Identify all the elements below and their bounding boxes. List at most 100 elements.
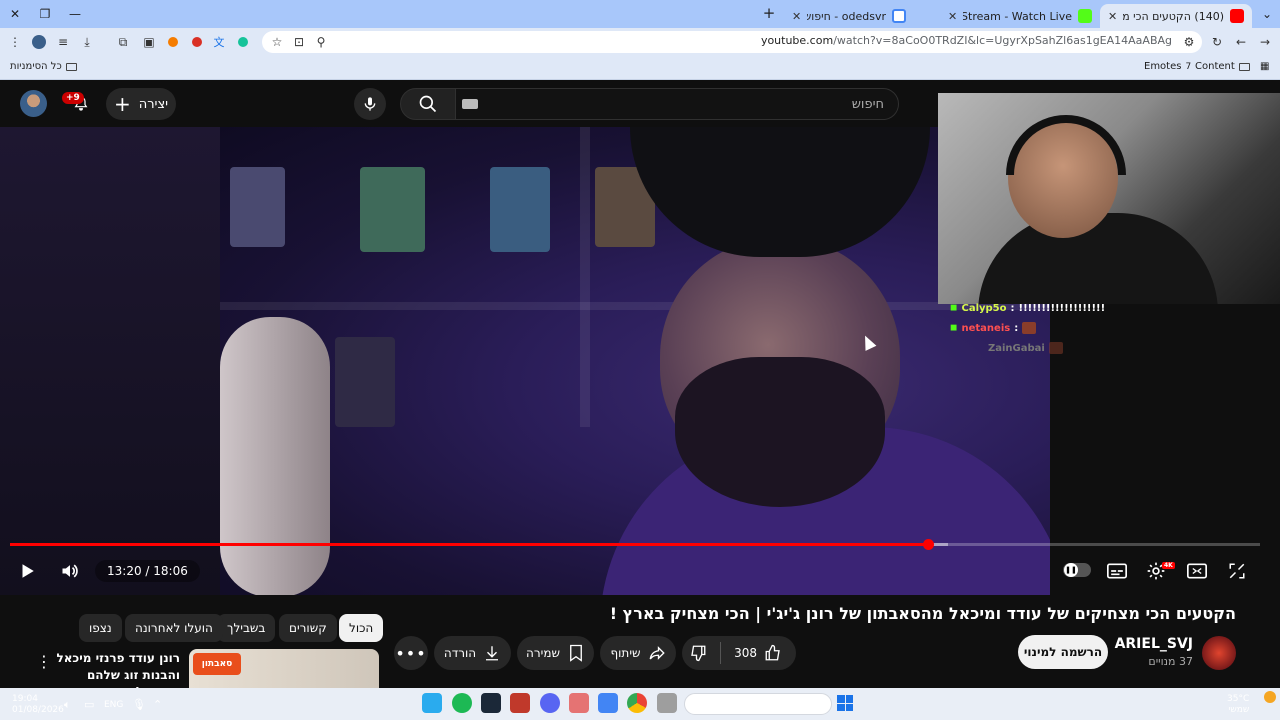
- spotify-app-icon[interactable]: [452, 693, 472, 713]
- bookmark-emotes[interactable]: Emotes 7: [1144, 61, 1191, 72]
- tab-close-icon[interactable]: ✕: [792, 10, 801, 23]
- extension-red-icon[interactable]: [188, 33, 206, 51]
- extensions-icon[interactable]: ⧉: [114, 33, 132, 51]
- filter-chip-recent[interactable]: הועלו לאחרונה: [125, 614, 223, 642]
- microphone-tray-icon[interactable]: 🎙︎: [132, 699, 146, 710]
- tab-close-icon[interactable]: ✕: [948, 10, 957, 23]
- tab-search-icon[interactable]: ⌄: [1252, 0, 1280, 28]
- progress-played: [10, 543, 928, 546]
- webcam-overlay: [938, 93, 1280, 304]
- shelf: [220, 302, 1050, 310]
- progress-scrubber[interactable]: [923, 539, 934, 550]
- taskbar-search[interactable]: חיפוש ⚲: [684, 693, 832, 715]
- tab-close-icon[interactable]: ✕: [1108, 10, 1117, 23]
- chat-line: ◼ Calyp5o : !!!!!!!!!!!!!!!!!!!: [950, 302, 1106, 314]
- subtitles-button[interactable]: [1105, 559, 1129, 583]
- account-avatar[interactable]: [20, 90, 47, 117]
- microphone-icon: [364, 97, 376, 111]
- zoom-icon[interactable]: ⚲: [312, 33, 330, 51]
- media-icon[interactable]: ≡: [54, 33, 72, 51]
- filter-chip-all[interactable]: הכול: [339, 614, 384, 642]
- translate-icon[interactable]: 文: [210, 33, 228, 51]
- window-maximize-icon[interactable]: ❐: [30, 0, 60, 28]
- play-button[interactable]: [15, 559, 39, 583]
- download-button[interactable]: הורדה: [434, 636, 511, 670]
- share-button[interactable]: שיתוף: [600, 636, 676, 670]
- like-button[interactable]: [764, 644, 782, 662]
- bookmark-star-icon[interactable]: ☆: [268, 33, 286, 51]
- clock-time: 19:04: [12, 694, 38, 704]
- install-app-icon[interactable]: ⊡: [290, 33, 308, 51]
- search-input[interactable]: חיפוש: [455, 88, 899, 120]
- clock[interactable]: 19:04 01/08/2026: [12, 694, 64, 716]
- bookmark-content[interactable]: Content: [1195, 61, 1250, 72]
- shelf: [580, 127, 590, 427]
- extension-tab-icon[interactable]: ▣: [140, 33, 158, 51]
- extension-orange-icon[interactable]: [164, 33, 182, 51]
- thumbs-down-icon: [691, 645, 706, 662]
- reload-icon[interactable]: ↻: [1208, 33, 1226, 51]
- autoplay-toggle[interactable]: ❚❚: [1063, 563, 1091, 577]
- create-button[interactable]: יצירה +: [106, 88, 176, 120]
- recommendation-menu-icon[interactable]: ⋮: [36, 652, 52, 671]
- app-icon[interactable]: [510, 693, 530, 713]
- volume-button[interactable]: [58, 559, 82, 583]
- apps-grid-icon[interactable]: ▦: [1260, 61, 1269, 72]
- speaker-icon[interactable]: 🔈︎: [64, 699, 71, 710]
- thumbs-up-icon: [765, 644, 780, 661]
- more-actions-button[interactable]: •••: [394, 636, 428, 670]
- save-button[interactable]: שמירה: [517, 636, 594, 670]
- download-icon[interactable]: ⤓: [78, 33, 96, 51]
- filter-chip-for-you[interactable]: בשבילך: [217, 614, 276, 642]
- steam-app-icon[interactable]: [481, 693, 501, 713]
- browser-tab-google[interactable]: odedsvr - חיפוש ב-Google ✕: [784, 4, 914, 28]
- weather-widget[interactable]: 35°C שמשי: [1227, 694, 1249, 716]
- menu-kebab-icon[interactable]: ⋮: [6, 33, 24, 51]
- window-close-icon[interactable]: ✕: [0, 0, 30, 28]
- folder-icon: [65, 62, 77, 71]
- snipping-tool-icon[interactable]: [569, 693, 589, 713]
- filter-chip-watched[interactable]: נצפו: [79, 614, 122, 642]
- file-explorer-icon[interactable]: [657, 693, 677, 713]
- dislike-button[interactable]: [689, 644, 707, 662]
- language-indicator[interactable]: ENG: [104, 700, 123, 711]
- all-bookmarks-button[interactable]: כל הסימניות: [10, 61, 77, 72]
- recommendation-thumbnail[interactable]: סאבתון: [189, 649, 379, 689]
- forward-icon[interactable]: ←: [1232, 33, 1250, 51]
- share-label: שיתוף: [610, 646, 641, 660]
- profile-icon[interactable]: [30, 33, 48, 51]
- new-tab-button[interactable]: +: [760, 4, 778, 22]
- window-minimize-icon[interactable]: —: [60, 0, 90, 28]
- video-title: הקטעים הכי מצחיקים של עודד ומיכאל מהסאבת…: [609, 604, 1236, 623]
- back-icon[interactable]: →: [1256, 33, 1274, 51]
- windows-start-icon[interactable]: [837, 695, 853, 711]
- network-icon[interactable]: ▭: [84, 699, 94, 710]
- voice-search-button[interactable]: [354, 88, 386, 120]
- video-frame[interactable]: [220, 127, 1050, 595]
- fullscreen-button[interactable]: [1225, 559, 1249, 583]
- show-hidden-icons-icon[interactable]: ⌃: [153, 699, 162, 710]
- divider: [720, 642, 722, 664]
- play-icon: [22, 564, 34, 578]
- telegram-app-icon[interactable]: [422, 693, 442, 713]
- chrome-app-icon[interactable]: [627, 693, 647, 713]
- download-label: הורדה: [443, 646, 477, 660]
- channel-name[interactable]: ARIEL_SVJ: [1115, 636, 1193, 652]
- url-text[interactable]: youtube.com/watch?v=8aCoO0TRdZI&lc=UgyrX…: [761, 34, 1172, 47]
- discord-app-icon[interactable]: [540, 693, 560, 713]
- browser-tab-youtube[interactable]: (140) הקטעים הכי מצחיקים ✕: [1100, 4, 1252, 28]
- theater-mode-button[interactable]: [1185, 559, 1209, 583]
- grammar-icon[interactable]: [234, 33, 252, 51]
- filter-chip-related[interactable]: קשורים: [279, 614, 337, 642]
- site-settings-icon[interactable]: ⚙: [1180, 33, 1198, 51]
- browser-tab-kick[interactable]: OdedSVR Stream - Watch Live ✕: [940, 4, 1100, 28]
- store-app-icon[interactable]: [598, 693, 618, 713]
- subscribe-button[interactable]: הרשמה למינוי: [1018, 635, 1108, 669]
- streamer-beard: [675, 357, 885, 507]
- search-button[interactable]: [400, 88, 456, 120]
- keyboard-icon[interactable]: [462, 99, 478, 109]
- download-icon: [483, 644, 501, 662]
- streamer-cap: [630, 127, 930, 257]
- emotes-icon: 7: [1185, 61, 1192, 72]
- channel-avatar[interactable]: [1202, 636, 1236, 670]
